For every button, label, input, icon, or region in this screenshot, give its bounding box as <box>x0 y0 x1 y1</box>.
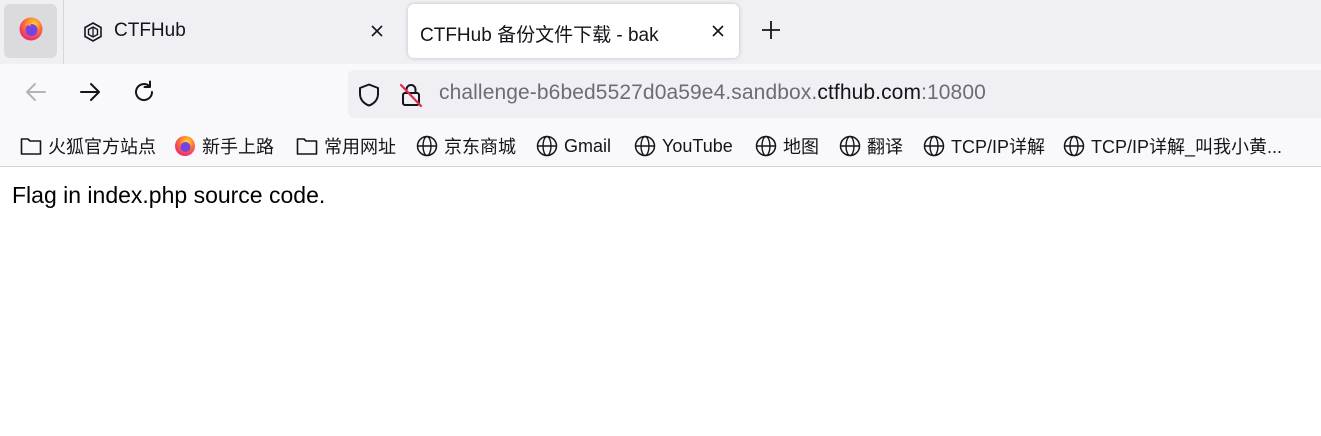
bookmark-tcpip-xiaohuang[interactable]: TCP/IP详解_叫我小黄... <box>1063 133 1282 159</box>
bookmark-label: 地图 <box>783 137 819 157</box>
bookmark-label: 常用网址 <box>324 137 396 157</box>
bookmark-getting-started[interactable]: 新手上路 <box>174 133 274 159</box>
forward-button[interactable] <box>74 78 106 110</box>
page-message: Flag in index.php source code. <box>12 182 326 208</box>
tab-separator <box>63 0 64 64</box>
arrow-left-icon <box>23 79 49 110</box>
firefox-icon <box>18 16 44 47</box>
bookmark-label: 翻译 <box>867 137 903 157</box>
close-icon[interactable] <box>707 20 729 42</box>
insecure-lock-icon[interactable] <box>398 82 424 108</box>
url-text[interactable]: challenge-b6bed5527d0a59e4.sandbox.ctfhu… <box>439 81 986 105</box>
bookmark-common-sites[interactable]: 常用网址 <box>296 133 396 159</box>
bookmark-label: 火狐官方站点 <box>48 137 156 157</box>
folder-icon <box>20 135 42 157</box>
back-button[interactable] <box>20 78 52 110</box>
navigation-toolbar: challenge-b6bed5527d0a59e4.sandbox.ctfhu… <box>0 64 1321 124</box>
tab-title: CTFHub 备份文件下载 - bak <box>420 25 659 46</box>
bookmark-label: YouTube <box>662 135 733 156</box>
globe-icon <box>923 135 945 157</box>
url-domain: ctfhub.com <box>817 81 922 104</box>
reload-icon <box>131 79 157 110</box>
tab-strip: CTFHub CTFHub 备份文件下载 - bak <box>0 0 1321 64</box>
globe-icon <box>839 135 861 157</box>
reload-button[interactable] <box>128 78 160 110</box>
folder-icon <box>296 135 318 157</box>
url-port: :10800 <box>921 81 986 104</box>
url-bar[interactable]: challenge-b6bed5527d0a59e4.sandbox.ctfhu… <box>348 70 1321 118</box>
globe-icon <box>634 135 656 157</box>
bookmark-label: TCP/IP详解 <box>951 137 1046 157</box>
bookmark-jd[interactable]: 京东商城 <box>416 133 516 159</box>
globe-icon <box>536 135 558 157</box>
globe-icon <box>755 135 777 157</box>
plus-icon <box>761 20 781 45</box>
bookmark-youtube[interactable]: YouTube <box>634 133 733 159</box>
globe-icon <box>416 135 438 157</box>
new-tab-button[interactable] <box>756 17 786 47</box>
bookmark-firefox-official[interactable]: 火狐官方站点 <box>20 133 156 159</box>
globe-icon <box>1063 135 1085 157</box>
bookmark-map[interactable]: 地图 <box>755 133 819 159</box>
ctfhub-icon <box>82 21 104 43</box>
bookmark-label: Gmail <box>564 135 612 156</box>
url-prefix: challenge-b6bed5527d0a59e4.sandbox. <box>439 81 818 104</box>
bookmarks-toolbar: 火狐官方站点 新手上路 常用网址 京东商城 Gmail YouTube 地图 翻… <box>0 124 1321 167</box>
tab-title: CTFHub <box>114 20 186 41</box>
tab-active-bak[interactable]: CTFHub 备份文件下载 - bak <box>408 4 739 58</box>
close-icon[interactable] <box>366 20 388 42</box>
bookmark-translate[interactable]: 翻译 <box>839 133 903 159</box>
shield-icon[interactable] <box>356 82 382 108</box>
page-content: Flag in index.php source code. <box>0 168 1321 436</box>
bookmark-label: TCP/IP详解_叫我小黄... <box>1091 137 1283 157</box>
arrow-right-icon <box>77 79 103 110</box>
tab-ctfhub[interactable]: CTFHub <box>68 4 398 58</box>
firefox-icon <box>174 135 196 157</box>
bookmark-gmail[interactable]: Gmail <box>536 133 611 159</box>
firefox-view-button[interactable] <box>4 4 57 58</box>
bookmark-tcpip[interactable]: TCP/IP详解 <box>923 133 1045 159</box>
bookmark-label: 京东商城 <box>444 137 516 157</box>
bookmark-label: 新手上路 <box>202 137 274 157</box>
